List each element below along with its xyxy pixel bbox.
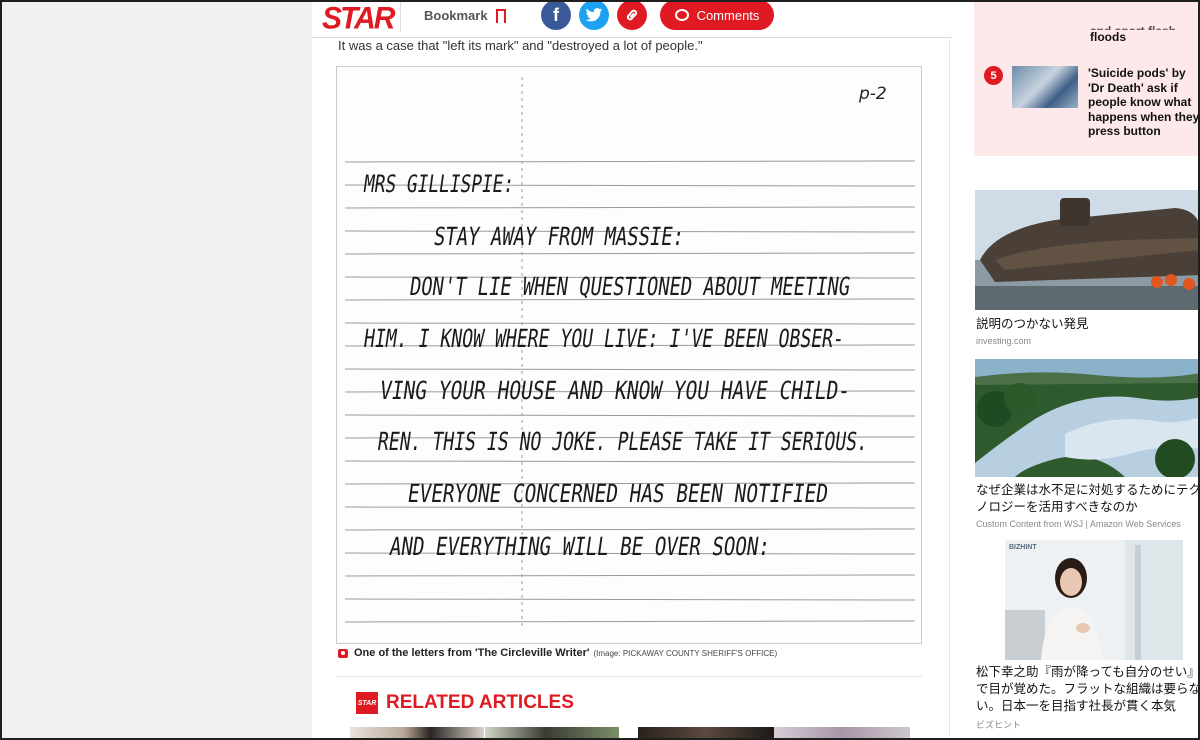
article-paragraph: It was a case that "left its mark" and "… bbox=[338, 38, 703, 53]
page-number-mark: p-2 bbox=[858, 84, 887, 104]
trending-thumbnail[interactable] bbox=[1012, 66, 1078, 108]
ad-image-speaker[interactable]: BIZHINT bbox=[1005, 540, 1183, 660]
trending-previous-item[interactable]: and sport flash floods bbox=[1090, 24, 1198, 44]
bookmark-button[interactable]: Bookmark bbox=[424, 8, 506, 27]
star-logo[interactable]: STAR bbox=[322, 2, 395, 37]
facebook-share-button[interactable]: f bbox=[541, 2, 571, 30]
caption-text: One of the letters from 'The Circleville… bbox=[354, 647, 590, 659]
ad-source[interactable]: investing.com bbox=[976, 336, 1031, 346]
comments-label: Comments bbox=[696, 7, 760, 23]
copy-link-button[interactable] bbox=[617, 2, 647, 30]
link-icon bbox=[626, 9, 638, 21]
ad-title-line: い。日本一を目指す社長が貫く本気 bbox=[976, 699, 1177, 713]
facebook-icon: f bbox=[553, 4, 559, 25]
ad-source[interactable]: Custom Content from WSJ | Amazon Web Ser… bbox=[976, 519, 1181, 529]
bizhint-badge: BIZHINT bbox=[1009, 544, 1037, 551]
camera-icon bbox=[338, 648, 348, 658]
related-article-thumbnail[interactable] bbox=[638, 727, 774, 738]
article-page: STAR Bookmark f Comments It was a case t… bbox=[312, 2, 1200, 738]
caption-credit: (Image: PICKAWAY COUNTY SHERIFF'S OFFICE… bbox=[593, 648, 778, 658]
browser-frame: STAR Bookmark f Comments It was a case t… bbox=[0, 0, 1200, 740]
ad-title[interactable]: 松下幸之助『雨が降っても自分のせい』 で目が覚めた。フラットな組織は要らな い。… bbox=[976, 664, 1200, 715]
letter-line: AND EVERYTHING WILL BE OVER SOON: bbox=[388, 532, 772, 561]
comment-bubble-icon bbox=[674, 9, 689, 21]
letter-line: HIM. I KNOW WHERE YOU LIVE: I'VE BEEN OB… bbox=[362, 324, 846, 353]
letter-line: REN. THIS IS NO JOKE. PLEASE TAKE IT SER… bbox=[376, 427, 870, 456]
ad-title[interactable]: 説明のつかない発見 bbox=[976, 316, 1198, 333]
related-articles-header: STAR RELATED ARTICLES bbox=[356, 692, 574, 714]
sticky-header: STAR Bookmark f Comments bbox=[312, 2, 952, 38]
trending-item-title[interactable]: 'Suicide pods' by 'Dr Death' ask if peop… bbox=[1088, 66, 1198, 139]
trending-prev-title-tail: floods bbox=[1090, 30, 1126, 44]
ad-title-line: 松下幸之助『雨が降っても自分のせい』 bbox=[976, 665, 1200, 679]
column-divider bbox=[949, 38, 950, 738]
bookmark-label: Bookmark bbox=[424, 8, 488, 23]
ad-title-line: で目が覚めた。フラットな組織は要らな bbox=[976, 682, 1200, 696]
related-article-thumbnail[interactable] bbox=[774, 727, 910, 738]
image-caption: One of the letters from 'The Circleville… bbox=[338, 647, 777, 659]
trending-rank-badge: 5 bbox=[984, 66, 1003, 85]
star-small-logo: STAR bbox=[356, 692, 378, 714]
letter-line: EVERYONE CONCERNED HAS BEEN NOTIFIED bbox=[406, 479, 830, 508]
comments-button[interactable]: Comments bbox=[660, 2, 774, 30]
related-articles-title: RELATED ARTICLES bbox=[386, 692, 574, 713]
letter-line: STAY AWAY FROM MASSIE: bbox=[432, 222, 686, 251]
section-divider bbox=[336, 676, 922, 677]
header-divider bbox=[400, 2, 401, 32]
related-article-thumbnail[interactable] bbox=[350, 727, 484, 738]
twitter-icon bbox=[585, 7, 603, 21]
ad-title-line: ノロジーを活用すべきなのか bbox=[976, 500, 1138, 514]
letter-line: DON'T LIE WHEN QUESTIONED ABOUT MEETING bbox=[408, 272, 852, 301]
submarine-photo bbox=[975, 190, 1198, 310]
related-article-thumbnail[interactable] bbox=[485, 727, 619, 738]
ad-source[interactable]: ビズヒント bbox=[976, 718, 1021, 731]
letter-line: MRS GILLISPIE: bbox=[362, 170, 516, 198]
letter-line: VING YOUR HOUSE AND KNOW YOU HAVE CHILD- bbox=[378, 376, 852, 405]
trending-panel: and sport flash floods 5 'Suicide pods' … bbox=[974, 2, 1198, 156]
speaker-photo bbox=[1005, 540, 1183, 660]
bookmark-icon bbox=[495, 8, 506, 27]
ad-title-line: なぜ企業は水不足に対処するためにテク bbox=[976, 483, 1200, 497]
ad-image-river-forest[interactable] bbox=[975, 359, 1198, 477]
twitter-share-button[interactable] bbox=[579, 2, 609, 30]
ad-title[interactable]: なぜ企業は水不足に対処するためにテク ノロジーを活用すべきなのか bbox=[976, 482, 1200, 516]
river-forest-photo bbox=[975, 359, 1198, 477]
handwritten-letter-drawing: p-2 MRS GILLISPIE: STAY AWAY FROM MASSIE:… bbox=[344, 77, 916, 627]
ad-image-submarine[interactable] bbox=[975, 190, 1198, 310]
letter-image[interactable]: p-2 MRS GILLISPIE: STAY AWAY FROM MASSIE:… bbox=[336, 66, 922, 644]
